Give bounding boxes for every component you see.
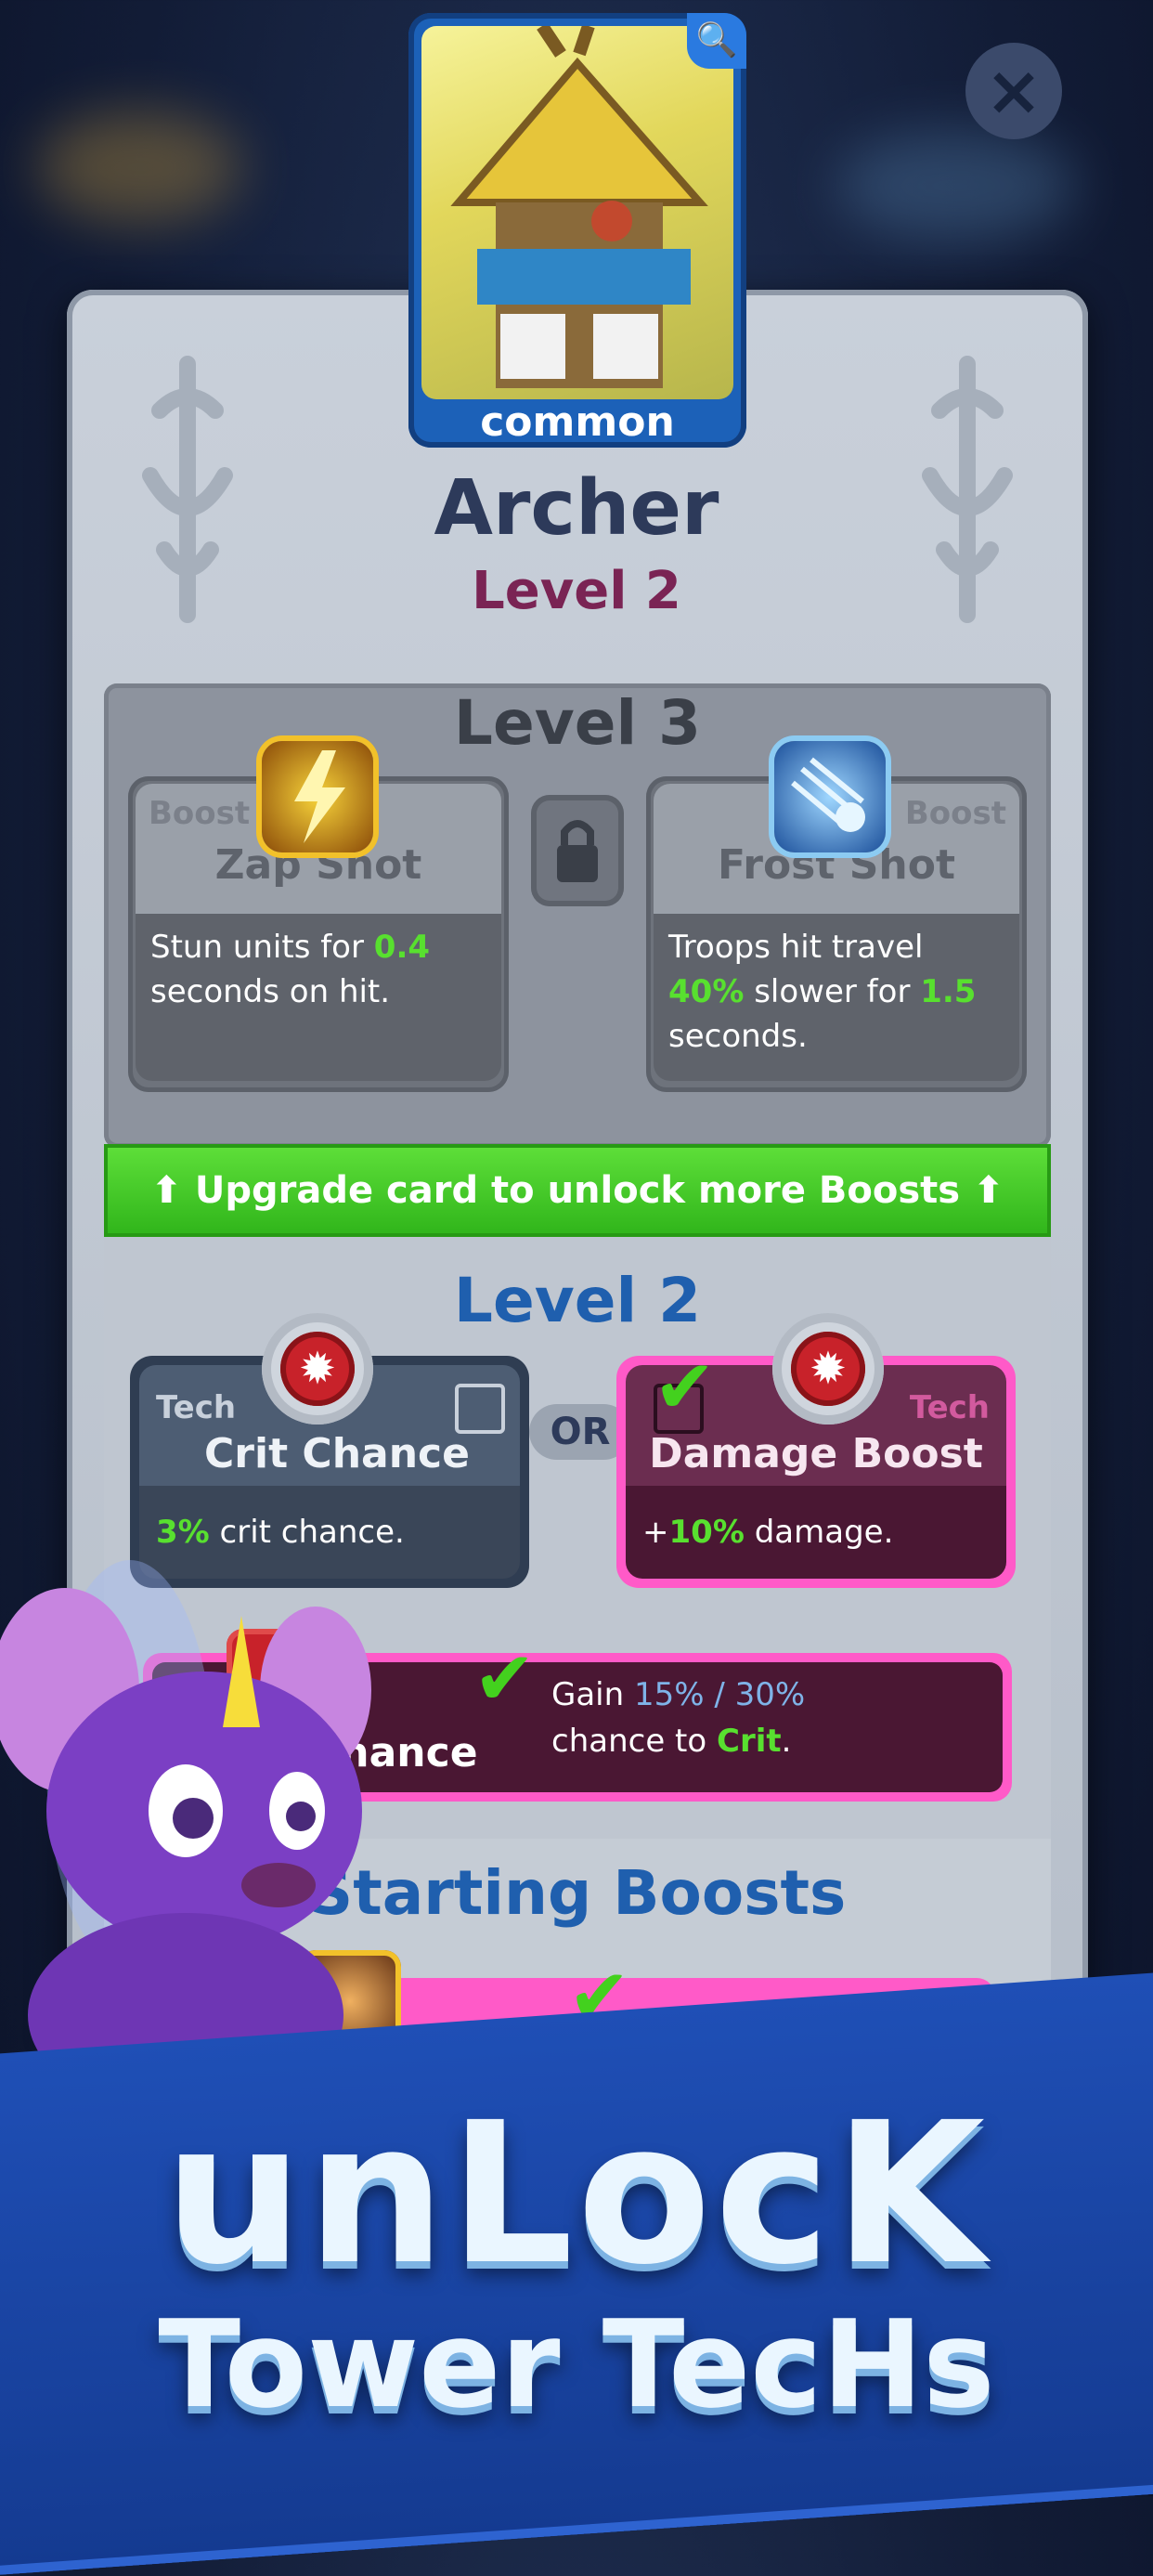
desc-text: Stun units for [150,929,374,966]
checkmark-icon: ✔ [473,1635,537,1722]
rarity-label: common [480,398,675,446]
tech-name: Crit Chance [204,1430,470,1477]
desc-value: 40% [668,973,745,1010]
desc-value: 1.5 [920,973,977,1010]
close-button[interactable]: × [965,43,1062,139]
tech-gear-icon: ✹ [262,1313,373,1425]
desc-text: Gain [551,1676,634,1713]
level3-title: Level 3 [453,687,702,759]
desc-text: seconds on hit. [150,973,391,1010]
desc-value: 0.4 [373,929,431,966]
background-glow [37,111,241,223]
checkmark-icon: ✔ [654,1344,717,1430]
selected-tech-description: Gain 15% / 30% chance to Crit. [551,1672,997,1764]
background-glow [836,130,1077,241]
mascot-creature-icon [0,1560,371,2089]
desc-text: damage. [744,1514,894,1551]
tower-card[interactable]: 🔍 common [408,13,746,448]
tower-level: Level 2 [472,561,681,621]
level2-title: Level 2 [453,1265,702,1336]
desc-value: 15% / 30% [633,1676,806,1713]
frost-icon [774,741,886,852]
archer-tower-art [421,26,733,399]
damage-star-icon: ✹ [791,1332,865,1406]
desc-text: seconds. [668,1018,808,1055]
boost-description: Stun units for 0.4 seconds on hit. [136,914,501,1081]
archer-tower-icon [450,26,708,388]
lightning-icon [262,741,373,852]
desc-text: Troops hit travel [668,929,924,966]
tech-tag: Tech [156,1389,237,1426]
up-arrow-icon: ⬆ [960,1169,1004,1212]
desc-value: 10% [668,1514,745,1551]
desc-text: slower for [744,973,921,1010]
tech-tag: Tech [909,1389,990,1426]
tower-name: Archer [434,464,719,553]
search-icon: 🔍 [695,21,738,59]
card-inspect-button[interactable]: 🔍 [687,13,746,69]
desc-value: Crit [717,1723,782,1760]
tech-gear-icon: ✹ [772,1313,884,1425]
tech-name: Damage Boost [649,1430,983,1477]
upgrade-banner: ⬆ Upgrade card to unlock more Boosts ⬆ [104,1144,1051,1237]
up-arrow-icon: ⬆ [150,1169,195,1212]
boost-tag: Boost [904,795,1006,832]
select-checkbox[interactable] [455,1384,505,1434]
headline-line1: unLocK [163,2080,990,2308]
boost-description: Troops hit travel 40% slower for 1.5 sec… [654,914,1019,1081]
tech-description: +10% damage. [626,1486,1006,1579]
desc-text: + [642,1514,669,1551]
upgrade-text: Upgrade card to unlock more Boosts [194,1169,961,1212]
desc-text: chance to [551,1723,717,1760]
boost-tag: Boost [149,795,251,832]
desc-text: . [781,1723,792,1760]
level3-section: Level 3 Boost Zap Shot Stun units for 0.… [104,683,1051,1148]
crit-star-icon: ✹ [280,1332,355,1406]
close-icon: × [984,51,1043,131]
lock-icon [531,795,624,906]
headline-line2: Tower TecHs [158,2294,995,2435]
